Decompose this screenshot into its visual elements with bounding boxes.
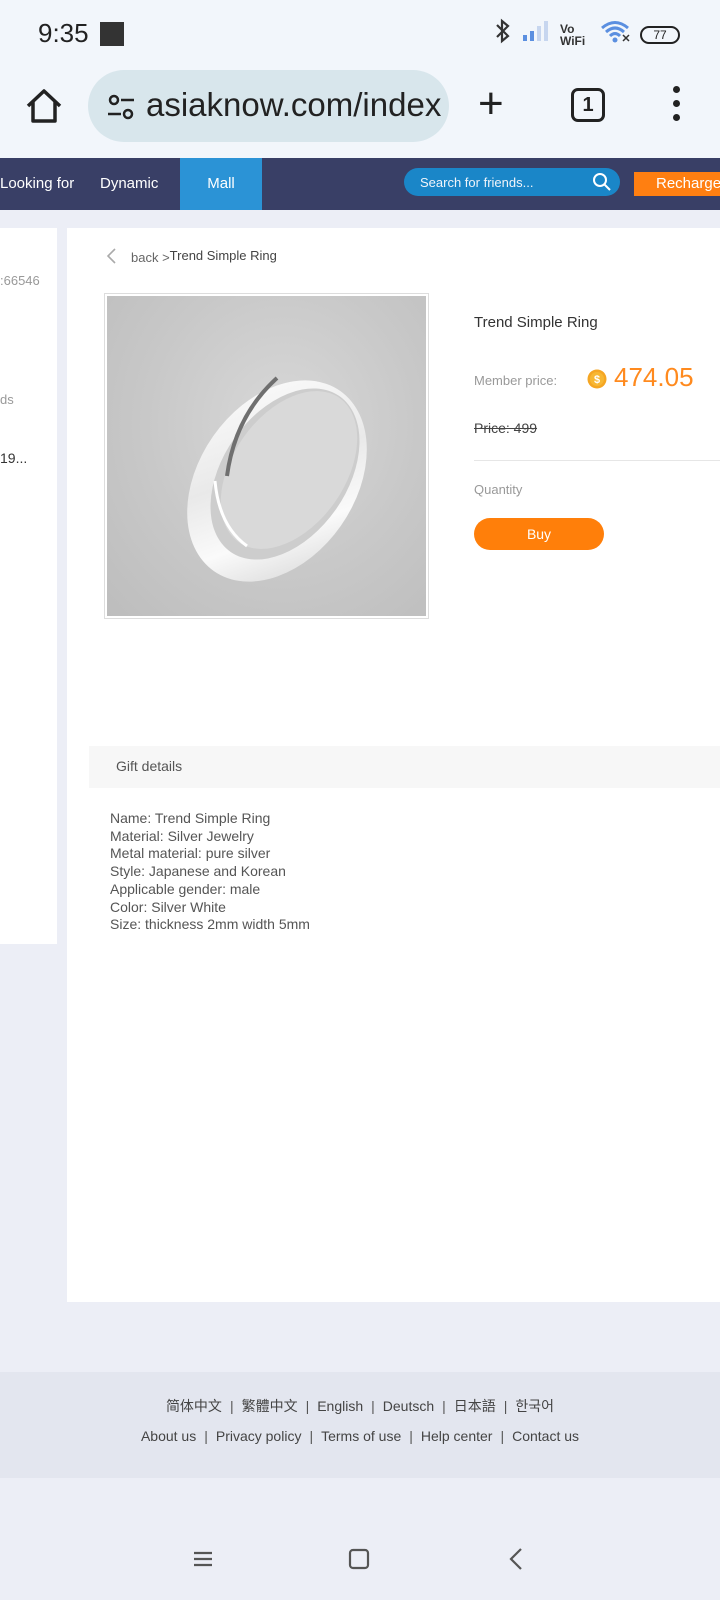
site-nav: Looking for Dynamic Mall Recharge — [0, 158, 720, 210]
address-bar[interactable]: asiaknow.com/index — [88, 70, 449, 142]
quantity-label: Quantity — [474, 482, 523, 497]
back-nav-icon[interactable] — [502, 1544, 532, 1574]
left-sidebar: :66546 ds 19... — [0, 228, 57, 944]
product-title: Trend Simple Ring — [474, 314, 598, 331]
lang-japanese[interactable]: 日本語 — [454, 1398, 496, 1414]
home-icon[interactable] — [22, 84, 66, 128]
search-icon[interactable] — [592, 172, 612, 192]
about-us-link[interactable]: About us — [141, 1428, 196, 1444]
gift-details-header: Gift details — [89, 746, 720, 788]
more-menu-icon[interactable] — [672, 86, 680, 126]
battery-icon: 77 — [640, 25, 680, 44]
status-bar: 9:35 Vo WiFi 77 — [0, 0, 720, 68]
privacy-policy-link[interactable]: Privacy policy — [216, 1428, 302, 1444]
product-panel: back > Trend Simple Ring Trend Simple Ri… — [67, 228, 720, 1302]
tab-switcher-button[interactable]: 1 — [571, 88, 605, 122]
gift-detail-line: Metal material: pure silver — [110, 845, 271, 862]
friend-search[interactable] — [404, 168, 620, 196]
lang-english[interactable]: English — [317, 1398, 363, 1414]
new-tab-icon[interactable]: + — [478, 82, 504, 126]
chevron-left-icon[interactable] — [105, 247, 119, 265]
recharge-button[interactable]: Recharge — [634, 172, 720, 196]
system-nav-bar — [0, 1530, 720, 1600]
user-id-text: :66546 — [0, 273, 40, 288]
wifi-icon — [600, 19, 630, 50]
breadcrumb: back > Trend Simple Ring — [105, 246, 277, 265]
gift-detail-line: Material: Silver Jewelry — [110, 827, 254, 844]
breadcrumb-current: Trend Simple Ring — [169, 248, 277, 263]
vowifi-bottom: WiFi — [560, 33, 586, 48]
bluetooth-icon — [494, 18, 512, 51]
status-icons: Vo WiFi 77 — [494, 18, 680, 51]
site-settings-icon[interactable] — [106, 92, 136, 122]
language-links: 简体中文 | 繁體中文 | English | Deutsch | 日本語 | 한국어 — [165, 1398, 555, 1414]
contact-us-link[interactable]: Contact us — [512, 1428, 579, 1444]
vowifi-icon: Vo WiFi — [560, 23, 590, 47]
buy-button[interactable]: Buy — [474, 518, 604, 550]
nav-looking-for[interactable]: Looking for — [0, 158, 74, 210]
help-center-link[interactable]: Help center — [421, 1428, 493, 1444]
lang-korean[interactable]: 한국어 — [515, 1398, 554, 1414]
signal-icon — [522, 20, 550, 49]
gift-detail-line: Style: Japanese and Korean — [110, 863, 286, 880]
gift-details-title: Gift details — [116, 758, 183, 774]
notification-icon — [100, 22, 124, 46]
home-nav-icon[interactable] — [344, 1544, 374, 1574]
sidebar-number: 19... — [0, 450, 28, 466]
sidebar-label: ds — [0, 392, 14, 407]
back-link[interactable]: back > — [131, 250, 170, 265]
divider — [474, 460, 720, 461]
footer-links: About us | Privacy policy | Terms of use | Hel… — [140, 1428, 580, 1444]
gift-detail-line: Applicable gender: male — [110, 880, 261, 897]
recent-apps-icon[interactable] — [188, 1544, 218, 1574]
member-price-label: Member price: — [474, 373, 558, 388]
status-time: 9:35 — [38, 18, 89, 48]
url-text[interactable]: asiaknow.com/index — [146, 86, 441, 124]
gift-detail-line: Color: Silver White — [110, 898, 226, 915]
battery-level: 77 — [653, 27, 667, 42]
browser-toolbar: asiaknow.com/index + 1 — [0, 68, 720, 158]
lang-traditional-chinese[interactable]: 繁體中文 — [242, 1398, 298, 1414]
footer: 简体中文 | 繁體中文 | English | Deutsch | 日本語 | 한국어 About … — [0, 1372, 720, 1478]
lang-german[interactable]: Deutsch — [383, 1398, 434, 1414]
member-price-value: 474.05 — [614, 362, 694, 392]
gift-detail-line: Name: Trend Simple Ring — [110, 810, 271, 826]
nav-mall[interactable]: Mall — [180, 158, 262, 210]
gift-detail-line: Size: thickness 2mm width 5mm — [110, 916, 310, 933]
ring-illustration — [187, 376, 367, 582]
svg-text:$: $ — [594, 374, 600, 386]
nav-dynamic[interactable]: Dynamic — [100, 158, 158, 210]
friend-search-input[interactable] — [420, 168, 590, 196]
product-image-frame — [104, 293, 429, 619]
gift-details-list: Name: Trend Simple Ring Material: Silver… — [110, 810, 310, 934]
product-image[interactable] — [107, 296, 426, 616]
original-price: Price: 499 — [474, 420, 538, 436]
terms-of-use-link[interactable]: Terms of use — [321, 1428, 401, 1444]
lang-simplified-chinese[interactable]: 简体中文 — [166, 1398, 222, 1414]
coin-icon: $ — [587, 369, 607, 389]
